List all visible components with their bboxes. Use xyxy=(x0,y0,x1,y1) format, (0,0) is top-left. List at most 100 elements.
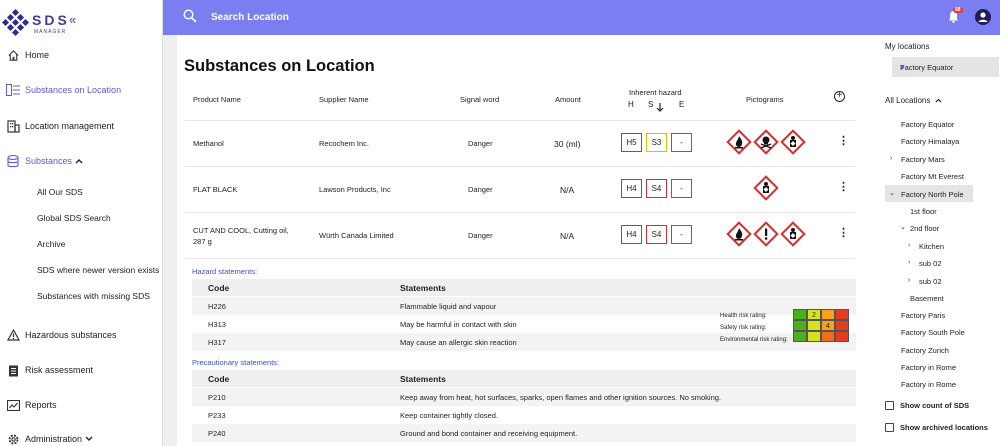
top-bar: Search Location 88 xyxy=(163,0,1000,35)
sidebar-item-administration[interactable]: Administration xyxy=(0,427,163,446)
environment-hazard-badge: - xyxy=(671,225,692,244)
location-item-selected[interactable]: Factory North Pole xyxy=(901,190,964,199)
sidebar-item-substances[interactable]: Substances xyxy=(0,149,163,173)
signal-word: Danger xyxy=(468,139,493,148)
product-name[interactable]: FLAT BLACK xyxy=(193,185,237,194)
expand-chevron-icon[interactable]: › xyxy=(890,155,892,162)
risk-cell xyxy=(793,331,807,342)
location-item[interactable]: sub 02 xyxy=(919,277,942,286)
location-item[interactable]: Factory Paris xyxy=(901,311,945,320)
environment-hazard-badge: - xyxy=(671,179,692,198)
hazard-statements-title: Hazard statements: xyxy=(192,267,258,276)
sidebar-subitem-archive[interactable]: Archive xyxy=(37,239,65,249)
sidebar-subitem-global-sds-search[interactable]: Global SDS Search xyxy=(37,213,111,223)
row-menu-icon[interactable]: ⋮ xyxy=(838,134,849,147)
precaution-statement: Keep container tightly closed. xyxy=(400,411,498,420)
search-location-input[interactable]: Search Location xyxy=(211,12,289,23)
code-header: Code xyxy=(208,283,230,293)
location-item[interactable]: Factory Zurich xyxy=(901,346,949,355)
skull-pictogram-icon xyxy=(753,129,779,160)
risk-cell xyxy=(821,331,835,342)
sort-down-arrow-icon[interactable] xyxy=(656,99,664,117)
all-locations-title[interactable]: All Locations xyxy=(885,96,942,105)
table-row: P233 Keep container tightly closed. xyxy=(192,406,856,424)
location-item[interactable]: 1st floor xyxy=(910,207,937,216)
column-header-h[interactable]: H xyxy=(628,100,634,109)
logo[interactable]: SDS « MANAGER xyxy=(2,8,152,38)
health-hazard-pictogram-icon xyxy=(780,129,806,160)
column-header-amount[interactable]: Amount xyxy=(555,95,581,104)
sidebar-item-label: Substances on Location xyxy=(25,85,122,95)
heart-icon[interactable]: ♥ xyxy=(900,63,904,72)
column-header-e[interactable]: E xyxy=(679,100,684,109)
product-name[interactable]: CUT AND COOL, Cutting oil, 287 g xyxy=(193,225,303,247)
product-name[interactable]: Methanol xyxy=(193,139,224,148)
flame-pictogram-icon xyxy=(726,221,752,252)
location-item[interactable]: Factory in Rome xyxy=(901,380,956,389)
sidebar-item-label: Location management xyxy=(25,121,115,131)
hazard-statement: May be harmful in contact with skin xyxy=(400,320,517,329)
risk-cell xyxy=(807,320,821,331)
favorite-location-item[interactable]: Factory Equator ♥ xyxy=(892,57,999,77)
chevron-up-icon xyxy=(75,156,83,166)
signal-word: Danger xyxy=(468,231,493,240)
column-header-product[interactable]: Product Name xyxy=(193,95,241,104)
expand-chevron-icon[interactable]: › xyxy=(908,242,910,249)
expand-chevron-icon[interactable]: › xyxy=(908,259,910,266)
expand-chevron-icon[interactable]: › xyxy=(908,277,910,284)
show-count-label: Show count of SDS xyxy=(900,401,970,410)
main-content: Substances on Location Product Name Supp… xyxy=(177,35,877,446)
show-archived-checkbox[interactable] xyxy=(885,423,894,432)
page-title: Substances on Location xyxy=(184,57,375,75)
health-hazard-badge: H5 xyxy=(621,133,642,152)
sidebar-subitem-all-our-sds[interactable]: All Our SDS xyxy=(37,187,83,197)
column-header-s[interactable]: S xyxy=(648,100,653,109)
location-item[interactable]: Factory Mars xyxy=(901,155,945,164)
location-item[interactable]: 2nd floor xyxy=(910,224,939,233)
show-count-checkbox[interactable] xyxy=(885,401,894,410)
amount: N/A xyxy=(560,185,575,195)
search-icon[interactable] xyxy=(183,9,197,28)
logo-tagline: MANAGER xyxy=(34,29,67,35)
health-hazard-pictogram-icon xyxy=(753,175,779,206)
location-item[interactable]: Kitchen xyxy=(919,242,944,251)
sidebar-item-home[interactable]: Home xyxy=(0,43,163,67)
signal-word: Danger xyxy=(468,185,493,194)
risk-cell xyxy=(807,331,821,342)
sidebar-item-label: Home xyxy=(25,50,50,60)
column-header-supplier[interactable]: Supplier Name xyxy=(319,95,369,104)
location-item[interactable]: Factory Equator xyxy=(901,120,954,129)
risk-cell xyxy=(835,331,849,342)
location-item[interactable]: Factory Mt Everest xyxy=(901,172,964,181)
location-item[interactable]: Factory South Pole xyxy=(901,328,965,337)
hazard-code: H317 xyxy=(208,338,226,347)
row-menu-icon[interactable]: ⋮ xyxy=(838,180,849,193)
hazard-table-header: Code Statements xyxy=(192,279,856,296)
add-substance-button[interactable]: + xyxy=(834,91,845,102)
gear-icon xyxy=(6,432,20,446)
statements-header: Statements xyxy=(400,283,446,293)
home-icon xyxy=(6,48,20,62)
sidebar-subitem-newer-version[interactable]: SDS where newer version exists xyxy=(37,265,159,275)
collapse-chevron-icon[interactable]: ⌄ xyxy=(889,189,895,197)
precaution-statement: Ground and bond container and receiving … xyxy=(400,429,578,438)
sidebar-item-substances-on-location[interactable]: Substances on Location xyxy=(0,78,163,102)
sidebar-item-reports[interactable]: Reports xyxy=(0,393,163,417)
health-hazard-badge: H4 xyxy=(621,225,642,244)
table-row: P240 Ground and bond container and recei… xyxy=(192,424,856,442)
collapse-chevron-icon[interactable]: ⌄ xyxy=(900,223,906,231)
sidebar-item-location-management[interactable]: Location management xyxy=(0,114,163,138)
column-header-signal-word[interactable]: Signal word xyxy=(460,95,499,104)
sidebar-subitem-missing-sds[interactable]: Substances with missing SDS xyxy=(37,291,150,301)
row-menu-icon[interactable]: ⋮ xyxy=(838,226,849,239)
location-item[interactable]: Factory Himalaya xyxy=(901,137,959,146)
location-item[interactable]: sub 02 xyxy=(919,259,942,268)
sidebar-item-label: Hazardous substances xyxy=(25,330,117,340)
sidebar-item-hazardous-substances[interactable]: Hazardous substances xyxy=(0,323,163,347)
location-item[interactable]: Factory in Rome xyxy=(901,363,956,372)
location-item[interactable]: Basement xyxy=(910,294,944,303)
sidebar-item-risk-assessment[interactable]: Risk assessment xyxy=(0,358,163,382)
user-avatar-icon[interactable] xyxy=(975,9,991,25)
collapse-sidebar-icon[interactable]: « xyxy=(69,12,76,27)
supplier-name: Würth Canada Limited xyxy=(319,231,394,240)
